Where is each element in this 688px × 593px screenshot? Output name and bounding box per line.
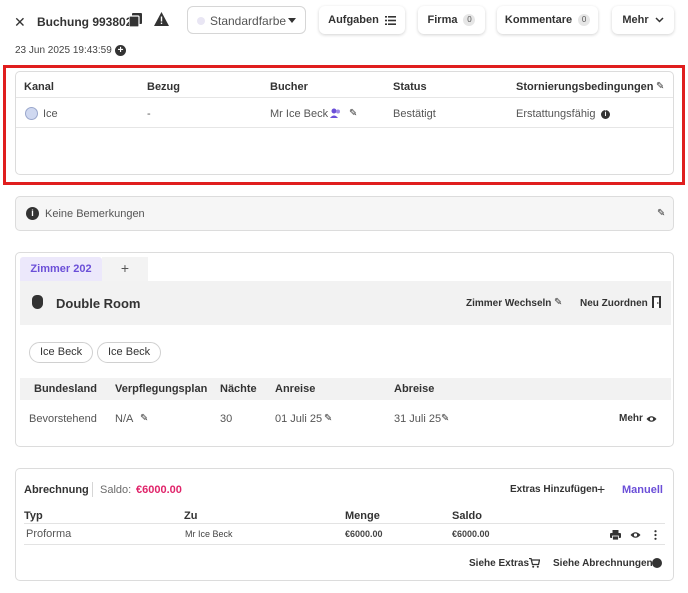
status-value: Bestätigt	[393, 108, 436, 120]
divider	[24, 523, 665, 524]
notes-text: Keine Bemerkungen	[45, 208, 145, 220]
invoice-to-value: Mr Ice Beck	[185, 529, 233, 539]
print-icon[interactable]	[610, 530, 621, 540]
user-group-icon[interactable]	[330, 108, 341, 118]
add-circle-icon[interactable]: +	[115, 45, 126, 56]
door-icon[interactable]	[652, 296, 661, 308]
add-icon[interactable]: +	[597, 481, 605, 497]
company-label: Firma	[427, 14, 458, 26]
column-header-arrival: Anreise	[275, 383, 316, 395]
color-swatch	[197, 17, 205, 25]
column-header-nights: Nächte	[220, 383, 257, 395]
booker-value[interactable]: Mr Ice Beck	[270, 108, 328, 120]
billing-title: Abrechnung	[24, 484, 89, 496]
arrival-value: 01 Juli 25	[275, 413, 323, 425]
color-select-value: Standardfarbe	[210, 14, 287, 28]
edit-arrival-icon[interactable]: ✎	[324, 413, 332, 424]
comments-count-badge: 0	[578, 14, 591, 26]
guest-chip[interactable]: Ice Beck	[29, 342, 94, 363]
cart-icon[interactable]	[529, 558, 540, 568]
guest-chip[interactable]: Ice Beck	[97, 342, 162, 363]
close-icon[interactable]: ✕	[14, 14, 26, 31]
add-extras-button[interactable]: Extras Hinzufügen	[510, 484, 598, 495]
booking-timestamp: 23 Jun 2025 19:43:59	[15, 45, 112, 56]
column-header-quantity: Menge	[345, 510, 380, 522]
comments-button[interactable]: Kommentare 0	[497, 6, 598, 34]
column-header-type: Typ	[24, 510, 43, 522]
notes-box: i Keine Bemerkungen ✎	[15, 196, 674, 231]
tasks-label: Aufgaben	[328, 14, 379, 26]
departure-value: 31 Juli 25	[394, 413, 442, 425]
booking-title: Buchung 993802	[37, 15, 133, 29]
more-label: Mehr	[622, 14, 649, 26]
edit-pencil-icon[interactable]: ✎	[656, 81, 664, 92]
copy-icon[interactable]	[129, 13, 142, 27]
company-button[interactable]: Firma 0	[418, 6, 485, 34]
edit-pencil-icon[interactable]: ✎	[554, 297, 562, 308]
more-button[interactable]: Mehr	[612, 6, 674, 34]
reference-value: -	[147, 108, 151, 120]
more-details-button[interactable]: Mehr	[619, 413, 643, 424]
tab-room-202[interactable]: Zimmer 202	[20, 257, 102, 281]
booking-info-card: Kanal Bezug Bucher Status Stornierungsbe…	[15, 71, 674, 175]
invoice-balance-value: €6000.00	[452, 529, 490, 539]
divider	[16, 127, 673, 128]
column-header-state: Bundesland	[34, 383, 97, 395]
chevron-down-icon	[288, 18, 296, 23]
color-select[interactable]: Standardfarbe	[187, 6, 306, 34]
kebab-menu-icon[interactable]	[654, 530, 657, 540]
change-room-button[interactable]: Zimmer Wechseln	[466, 298, 551, 309]
room-icon	[32, 295, 43, 309]
room-type: Double Room	[56, 296, 141, 311]
nights-value: 30	[220, 413, 233, 425]
company-count-badge: 0	[463, 14, 476, 26]
edit-booker-icon[interactable]: ✎	[349, 108, 357, 119]
billing-card: Abrechnung Saldo: €6000.00 Extras Hinzuf…	[15, 468, 674, 581]
manual-button[interactable]: Manuell	[622, 484, 663, 496]
column-header-meal-plan: Verpflegungsplan	[115, 383, 208, 395]
column-header-booker: Bucher	[270, 81, 308, 93]
comments-label: Kommentare	[504, 14, 573, 26]
divider	[16, 97, 673, 98]
see-invoices-button[interactable]: Siehe Abrechnungen	[553, 558, 653, 569]
channel-logo-icon	[25, 107, 38, 120]
column-header-reference: Bezug	[147, 81, 180, 93]
room-card: Zimmer 202 + Double Room Zimmer Wechseln…	[15, 252, 674, 447]
meal-plan-value: N/A	[115, 413, 134, 425]
edit-meal-plan-icon[interactable]: ✎	[140, 413, 148, 424]
column-header-to: Zu	[184, 510, 198, 522]
coin-icon[interactable]	[652, 558, 662, 568]
info-icon: i	[26, 207, 39, 220]
column-header-channel: Kanal	[24, 81, 54, 93]
divider	[24, 544, 665, 545]
column-header-cancellation: Stornierungsbedingungen	[516, 81, 654, 93]
eye-icon[interactable]	[646, 415, 657, 423]
cancellation-value: Erstattungsfähig	[516, 108, 596, 120]
see-extras-button[interactable]: Siehe Extras	[469, 558, 529, 569]
warning-icon[interactable]	[154, 12, 169, 26]
column-header-departure: Abreise	[394, 383, 435, 395]
tasks-button[interactable]: Aufgaben	[319, 6, 405, 34]
edit-departure-icon[interactable]: ✎	[441, 413, 449, 424]
reassign-button[interactable]: Neu Zuordnen	[580, 298, 648, 309]
channel-value: Ice	[43, 108, 58, 120]
room-header: Double Room Zimmer Wechseln ✎ Neu Zuordn…	[20, 281, 671, 325]
divider	[92, 482, 93, 497]
column-header-balance: Saldo	[452, 510, 482, 522]
invoice-type-value: Proforma	[26, 528, 72, 540]
state-value: Bevorstehend	[29, 413, 97, 425]
eye-icon[interactable]	[630, 531, 641, 539]
edit-notes-icon[interactable]: ✎	[657, 208, 665, 219]
saldo-label: Saldo:	[100, 484, 132, 496]
add-room-tab[interactable]: +	[102, 257, 148, 281]
column-header-status: Status	[393, 81, 427, 93]
invoice-quantity-value: €6000.00	[345, 529, 383, 539]
saldo-value: €6000.00	[136, 484, 182, 496]
chevron-down-icon	[655, 17, 664, 23]
info-icon[interactable]: i	[601, 110, 610, 119]
list-icon	[384, 15, 396, 25]
